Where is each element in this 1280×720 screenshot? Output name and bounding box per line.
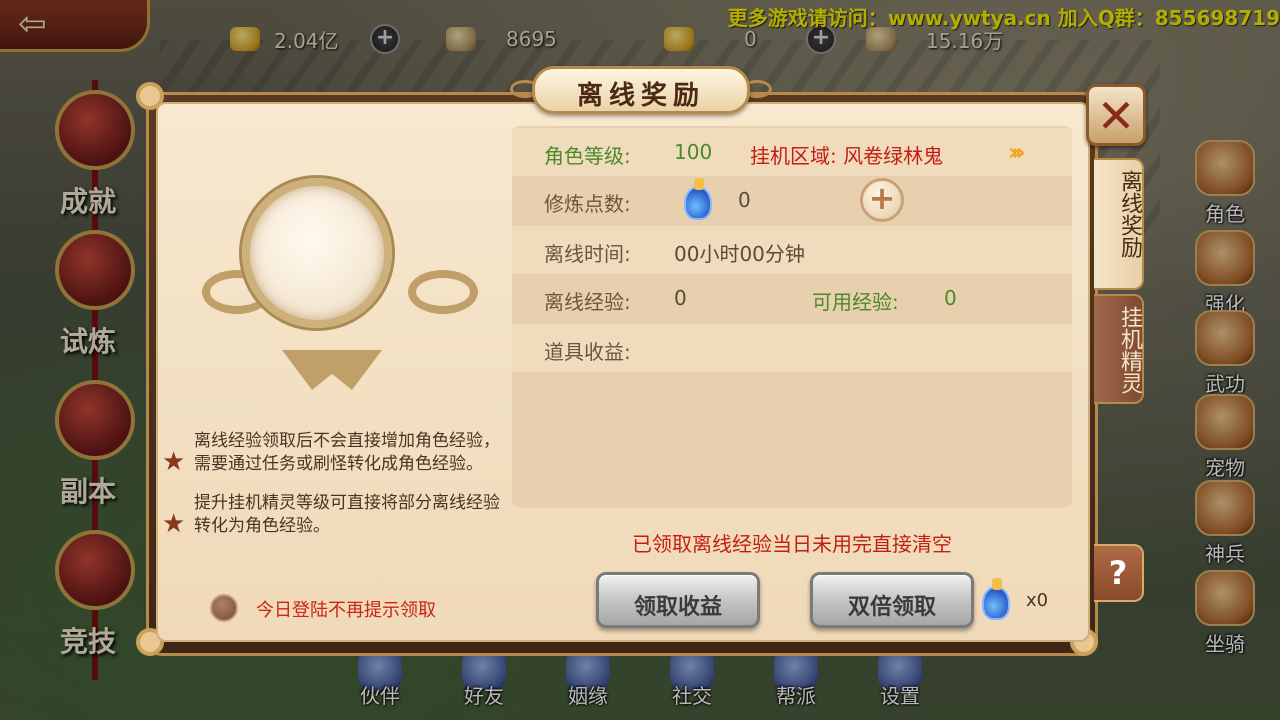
tab-offline-reward-label: 离线奖励	[1117, 170, 1142, 258]
usable-exp-value: 0	[944, 286, 957, 310]
info-panel: 角色等级: 100 挂机区域: 风卷绿林鬼 ››› 修炼点数: 0 + 离线时间…	[512, 126, 1072, 508]
star-icon: ★	[162, 447, 186, 477]
mirror-glass	[242, 178, 392, 328]
usable-exp-label: 可用经验:	[812, 290, 899, 314]
level-value: 100	[674, 140, 713, 164]
double-claim-button[interactable]: 双倍领取	[810, 572, 974, 628]
expiry-warning: 已领取离线经验当日未用完直接清空	[632, 532, 952, 556]
idle-area-label: 挂机区域: 风卷绿林鬼	[750, 144, 944, 168]
close-x-icon: ✕	[1096, 89, 1136, 143]
claim-reward-label: 领取收益	[633, 595, 722, 620]
offline-exp-value: 0	[674, 286, 687, 310]
close-button[interactable]: ✕	[1086, 84, 1146, 146]
question-icon: ?	[1108, 554, 1128, 592]
star-icon: ★	[162, 509, 186, 539]
cultivation-label: 修炼点数:	[544, 192, 631, 216]
fast-forward-icon[interactable]: ›››	[1008, 138, 1026, 166]
tab-idle-spirit-label: 挂机精灵	[1117, 306, 1142, 394]
row-item-income: 道具收益:	[512, 324, 1072, 372]
no-remind-toggle[interactable]: 今日登陆不再提示领取	[210, 592, 490, 622]
tip-text: 离线经验领取后不会直接增加角色经验，需要通过任务或刷怪转化成角色经验。	[194, 431, 500, 474]
row-cultivation: 修炼点数: 0 +	[512, 176, 1072, 224]
no-remind-label: 今日登陆不再提示领取	[256, 600, 436, 621]
cultivation-value: 0	[738, 188, 751, 212]
level-label: 角色等级:	[544, 144, 631, 168]
tab-offline-reward[interactable]: 离线奖励	[1094, 158, 1144, 290]
offline-time-label: 离线时间:	[544, 242, 631, 266]
offline-time-value: 00小时00分钟	[674, 242, 805, 266]
tip-item: ★ 提升挂机精灵等级可直接将部分离线经验转化为角色经验。	[162, 492, 502, 538]
tip-item: ★ 离线经验领取后不会直接增加角色经验，需要通过任务或刷怪转化成角色经验。	[162, 430, 502, 476]
mirror-base	[282, 350, 382, 390]
row-level: 角色等级: 100 挂机区域: 风卷绿林鬼 ›››	[512, 128, 1072, 176]
help-button[interactable]: ?	[1094, 544, 1144, 602]
add-cultivation-button[interactable]: +	[860, 178, 904, 222]
item-income-label: 道具收益:	[544, 340, 631, 364]
row-offline-time: 离线时间: 00小时00分钟	[512, 226, 1072, 274]
tips-list: ★ 离线经验领取后不会直接增加角色经验，需要通过任务或刷怪转化成角色经验。 ★ …	[162, 430, 502, 554]
potion-icon	[684, 178, 712, 220]
tip-text: 提升挂机精灵等级可直接将部分离线经验转化为角色经验。	[194, 493, 500, 536]
potion-count: x0	[1026, 590, 1049, 611]
double-claim-label: 双倍领取	[847, 595, 936, 620]
mirror-wing-right	[408, 270, 478, 314]
tab-idle-spirit[interactable]: 挂机精灵	[1094, 294, 1144, 404]
row-offline-exp: 离线经验: 0 可用经验: 0	[512, 274, 1072, 322]
dialog-title-plaque: 离线奖励	[532, 66, 750, 114]
dialog-title: 离线奖励	[576, 81, 705, 111]
claim-reward-button[interactable]: 领取收益	[596, 572, 760, 628]
double-potion-icon	[982, 578, 1010, 620]
portrait-mirror	[196, 170, 486, 410]
offline-exp-label: 离线经验:	[544, 290, 631, 314]
no-remind-radio[interactable]	[210, 594, 238, 622]
